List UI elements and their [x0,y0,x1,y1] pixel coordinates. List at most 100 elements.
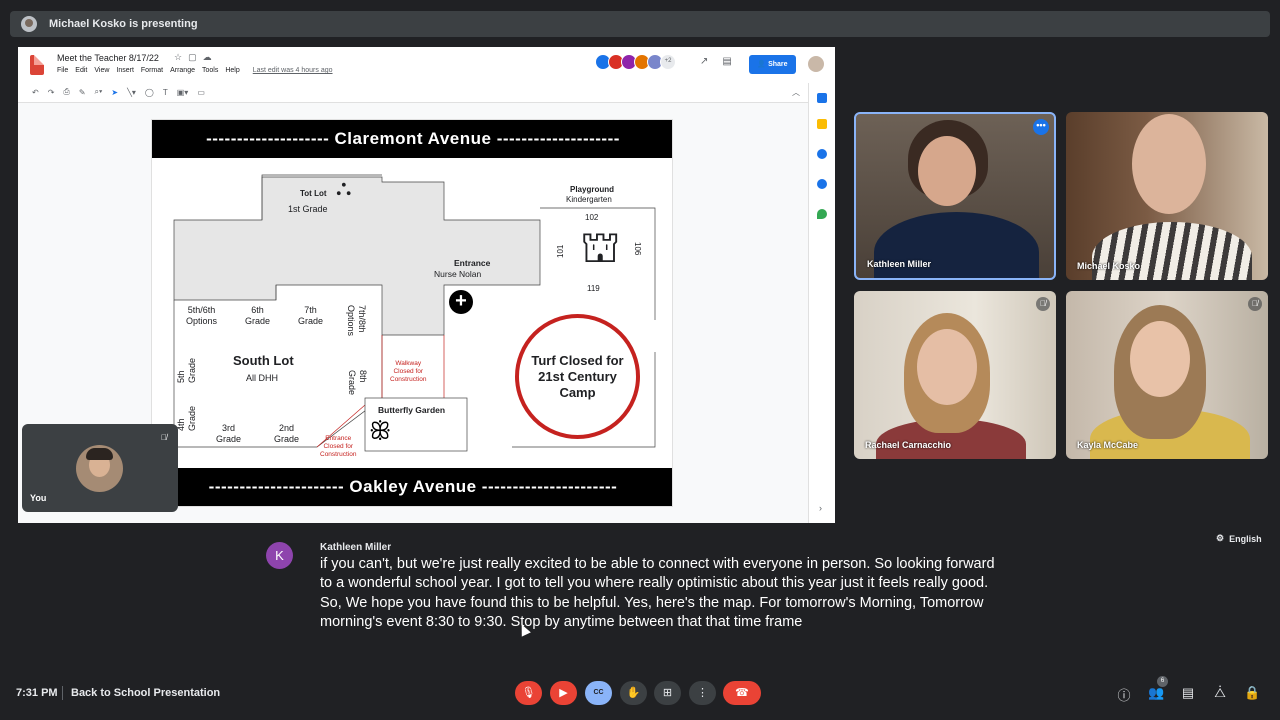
contacts-icon [817,179,827,189]
meeting-time: 7:31 PM [16,687,58,699]
south-lot-label: South Lot [233,353,294,368]
hand-icon: ✋ [626,687,641,699]
drawing-toolbar: ↶ ↷ ⎙ ✎ ⌕▾ ➤ ╲▾ ◯ T ▣▾ ▭ [28,84,805,100]
doc-title: Meet the Teacher 8/17/22 [57,53,159,63]
playground-slide-icon: ⛫ [580,223,621,272]
claremont-avenue-label: -------------------- Claremont Avenue --… [152,120,672,158]
meeting-info-icon[interactable]: ⓘ [1116,685,1132,704]
redo-icon: ↷ [47,87,55,97]
hang-up-icon: ☎ [735,687,749,699]
grade-6-label: 6th Grade [245,305,271,326]
collapse-toolbar-icon: ︿ [792,88,800,97]
participant-name: Kayla McCabe [1077,440,1139,450]
grade-3-label: 3rd Grade [216,423,242,444]
participant-name: Michael Kosko [1077,261,1141,271]
raise-hand-button[interactable]: ✋ [620,681,647,705]
collaborator-more: +2 [660,54,676,70]
mic-off-icon: 🎙̸ [1248,297,1262,311]
grade-2-label: 2nd Grade [274,423,300,444]
captions-icon: CC [593,689,604,696]
kindergarten-label: Kindergarten [566,195,612,204]
grade-5-label: 5th Grade [176,357,197,383]
present-icon: ⊞ [662,687,673,699]
caption-language-label: English [1229,533,1262,544]
room-119-label: 119 [587,284,600,293]
oakley-avenue-label: ---------------------- Oakley Avenue ---… [152,468,672,506]
gear-icon: ⚙ [1216,533,1225,543]
people-icon[interactable]: 👥 [1148,685,1164,701]
presenter-avatar [21,16,37,32]
paint-format-icon: ✎ [78,87,86,97]
options-5-6-label: 5th/6th Options [186,305,218,326]
school-map: -------------------- Claremont Avenue --… [151,119,673,507]
collaborator-avatars: +2 [595,54,676,70]
shape-icon: ◯ [144,87,154,97]
present-button[interactable]: ⊞ [654,681,681,705]
keep-icon [817,119,827,129]
camera-toggle-button[interactable]: ▶ [550,681,577,705]
bottom-divider [62,686,63,700]
menu-tools: Tools [201,67,219,74]
menu-view: View [94,67,110,74]
participant-name: Rachael Carnacchio [865,440,952,450]
drawings-logo-icon [30,55,44,75]
comment-icon: ▤ [722,56,732,67]
butterfly-garden-label: Butterfly Garden [378,405,446,415]
room-101-label: 101 [556,244,565,258]
room-102-label: 102 [585,213,599,222]
presenting-banner: Michael Kosko is presenting [10,11,1270,37]
participant-face [1130,321,1190,397]
camera-off-icon: ▶ [559,687,568,699]
mic-toggle-button[interactable]: 🎙 [515,681,542,705]
participant-face [917,329,977,405]
tasks-icon [817,149,827,159]
menu-edit: Edit [75,67,88,74]
self-avatar [76,445,123,492]
walkway-closed-label: Walkway Closed for Construction [390,360,427,383]
nurse-label: Nurse Nolan [434,269,482,279]
textbox-icon: T [162,87,168,97]
caption-language-button[interactable]: ⚙ English [1216,533,1262,544]
doc-menu-bar: File Edit View Insert Format Arrange Too… [57,67,333,74]
calendar-icon [817,93,827,103]
meeting-title: Back to School Presentation [71,687,221,699]
doc-right-icons: ↗ ▤ [700,56,732,67]
menu-arrange: Arrange [170,67,195,74]
participant-tile-rachael[interactable]: 🎙̸ Rachael Carnacchio [854,291,1056,459]
leave-call-button[interactable]: ☎ [723,681,761,705]
mic-off-icon: 🎙̸ [1036,297,1050,311]
participant-name: Kathleen Miller [867,259,932,269]
caption-text: if you can't, but we're just really exci… [320,556,995,631]
chevron-right-icon: › [819,503,822,513]
captions-button[interactable]: CC [585,681,612,705]
menu-help: Help [225,67,240,74]
self-name: You [30,493,47,503]
grade-8-label: 8th Grade [347,370,368,396]
participant-tile-kathleen[interactable]: ••• Kathleen Miller [854,112,1056,280]
activities-icon[interactable]: ⧊ [1212,685,1228,701]
maps-icon [817,209,827,219]
more-options-icon[interactable]: ••• [1033,119,1049,135]
host-controls-icon[interactable]: 🔒 [1244,685,1260,701]
participant-tile-michael[interactable]: Michael Kosko [1066,112,1268,280]
tot-lot-label: Tot Lot [300,189,327,198]
speaker-avatar: K [266,542,293,569]
zoom-icon: ⌕▾ [94,87,103,96]
line-icon: ╲▾ [127,87,136,97]
activity-icon: ↗ [700,56,709,67]
turf-closed-label: Turf Closed for 21st Century Camp [531,352,624,400]
more-vert-icon: ⋮ [697,687,708,699]
chat-icon[interactable]: ▤ [1180,685,1196,701]
undo-icon: ↶ [32,87,39,97]
select-icon: ➤ [111,87,119,97]
self-video-tile[interactable]: 🎙̸ You [22,424,178,512]
people-count-badge: 6 [1157,676,1168,687]
butterfly-icon: ꕥ [369,418,392,445]
participant-tile-kayla[interactable]: 🎙̸ Kayla McCabe [1066,291,1268,459]
side-panel: › [808,83,835,523]
more-options-button[interactable]: ⋮ [689,681,716,705]
doc-user-avatar [808,56,824,72]
menu-file: File [57,67,69,74]
share-button: 👤 Share [749,55,796,74]
doc-header: Meet the Teacher 8/17/22 ☆▢☁ File Edit V… [18,47,835,83]
